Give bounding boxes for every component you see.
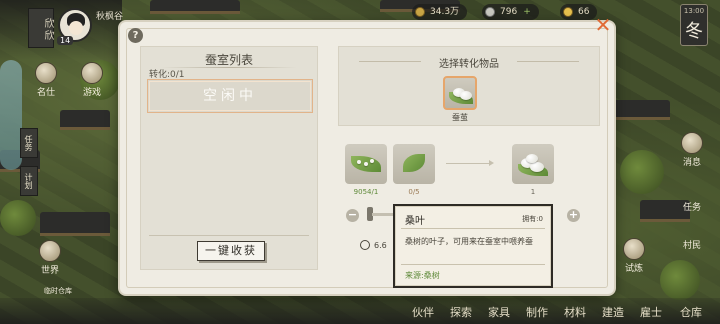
tooltip-description: 桑树的叶子，可用来在蚕室中喂养蚕 bbox=[405, 237, 533, 246]
silkworm-room-list-panel: 蚕室列表 转化:0/1 空闲中 一键收获 bbox=[140, 46, 318, 270]
side-button-quests[interactable]: 任务 bbox=[680, 200, 704, 213]
duration-text: 6.6 bbox=[374, 241, 387, 250]
tooltip-source: 来源:桑树 bbox=[405, 271, 440, 280]
tab-plan[interactable]: 计划 bbox=[20, 166, 38, 196]
gold-counter[interactable]: 66 bbox=[560, 4, 598, 20]
copper-value: 34.3万 bbox=[430, 7, 460, 17]
tree bbox=[620, 150, 664, 194]
side-button-label: 世界 bbox=[40, 266, 59, 276]
avatar-level: 14 bbox=[57, 36, 74, 45]
duration-row: 6.6 bbox=[360, 240, 387, 250]
world-icon bbox=[39, 240, 61, 262]
tooltip-owned-count: 拥有:0 bbox=[522, 215, 543, 223]
river bbox=[0, 60, 22, 170]
minus-button[interactable]: − bbox=[346, 209, 359, 222]
tree bbox=[0, 200, 36, 236]
side-button-label: 试炼 bbox=[624, 264, 643, 274]
clock-icon bbox=[360, 240, 370, 250]
side-button-label: 任务 bbox=[682, 203, 701, 213]
silver-coin-icon bbox=[485, 7, 495, 17]
input-qty: 9054/1 bbox=[353, 188, 379, 196]
add-silver-icon[interactable]: + bbox=[523, 7, 531, 17]
plus-button[interactable]: + bbox=[567, 209, 580, 222]
menu-build[interactable]: 建造 bbox=[598, 304, 628, 320]
side-button-label: 村民 bbox=[682, 241, 701, 251]
menu-partners[interactable]: 伙伴 bbox=[408, 304, 438, 320]
recipe-input-mulberry-leaf[interactable] bbox=[393, 144, 435, 184]
copper-coin-icon bbox=[415, 7, 425, 17]
question-icon[interactable]: ? bbox=[128, 28, 143, 43]
side-button-label: 名仕 bbox=[36, 88, 55, 98]
status-flag[interactable]: 欣欣 bbox=[28, 8, 54, 48]
message-icon bbox=[681, 132, 703, 154]
side-button-temp-storage[interactable]: 临时仓库 bbox=[38, 286, 78, 296]
game-icon bbox=[81, 62, 103, 84]
panel-title: 蚕室列表 bbox=[141, 51, 317, 68]
side-button-youxi[interactable]: 游戏 bbox=[80, 62, 104, 98]
season-badge[interactable]: 13:00 冬 bbox=[680, 4, 708, 46]
tree bbox=[660, 260, 700, 300]
divider bbox=[401, 228, 545, 229]
menu-hire[interactable]: 雇士 bbox=[636, 304, 666, 320]
menu-warehouse[interactable]: 仓库 bbox=[676, 304, 706, 320]
side-button-world[interactable]: 世界 bbox=[38, 240, 62, 276]
menu-furniture[interactable]: 家具 bbox=[484, 304, 514, 320]
tooltip-item-name: 桑叶 bbox=[405, 216, 425, 227]
side-button-mingshi[interactable]: 名仕 bbox=[34, 62, 58, 98]
panel-title: 选择转化物品 bbox=[339, 55, 599, 70]
building-roof bbox=[40, 212, 110, 236]
side-button-messages[interactable]: 消息 bbox=[680, 132, 704, 168]
input-qty: 0/5 bbox=[408, 188, 420, 196]
recipe-output-cocoon[interactable] bbox=[512, 144, 554, 184]
copper-counter[interactable]: 34.3万 bbox=[412, 4, 468, 20]
side-button-label: 消息 bbox=[682, 158, 701, 168]
item-label: 蚕茧 bbox=[452, 113, 468, 122]
menu-materials[interactable]: 材料 bbox=[560, 304, 590, 320]
tab-tasks[interactable]: 任务 bbox=[20, 128, 38, 158]
game-time: 13:00 bbox=[683, 7, 705, 15]
item-tooltip: 桑叶 拥有:0 桑树的叶子，可用来在蚕室中喂养蚕 来源:桑树 bbox=[393, 204, 553, 288]
scholar-icon bbox=[35, 62, 57, 84]
scroll-icon bbox=[623, 238, 645, 260]
side-button-villagers[interactable]: 村民 bbox=[680, 238, 704, 251]
menu-explore[interactable]: 探索 bbox=[446, 304, 476, 320]
building-roof bbox=[150, 0, 240, 14]
divider bbox=[401, 264, 545, 265]
collect-all-button[interactable]: 一键收获 bbox=[197, 241, 265, 261]
side-button-label: 临时仓库 bbox=[44, 287, 72, 295]
recipe-input-silkworm[interactable] bbox=[345, 144, 387, 184]
building-roof bbox=[610, 100, 670, 120]
season-label: 冬 bbox=[685, 21, 703, 42]
gold-coin-icon bbox=[563, 7, 573, 17]
silver-value: 796 bbox=[500, 7, 518, 17]
gold-value: 66 bbox=[578, 7, 590, 17]
arrow-right-icon bbox=[446, 160, 494, 166]
player-name: 秋枫谷 bbox=[96, 12, 124, 22]
silver-counter[interactable]: 796 + bbox=[482, 4, 539, 20]
room-slot-idle[interactable]: 空闲中 bbox=[147, 79, 313, 113]
item-slot-cocoon[interactable] bbox=[443, 76, 477, 110]
output-qty: 1 bbox=[530, 188, 536, 196]
side-button-label: 游戏 bbox=[82, 88, 101, 98]
menu-craft[interactable]: 制作 bbox=[522, 304, 552, 320]
divider bbox=[149, 235, 309, 236]
side-button-trial[interactable]: 试炼 bbox=[622, 238, 646, 274]
close-icon[interactable]: ✕ bbox=[594, 15, 612, 35]
building-roof bbox=[60, 110, 110, 130]
